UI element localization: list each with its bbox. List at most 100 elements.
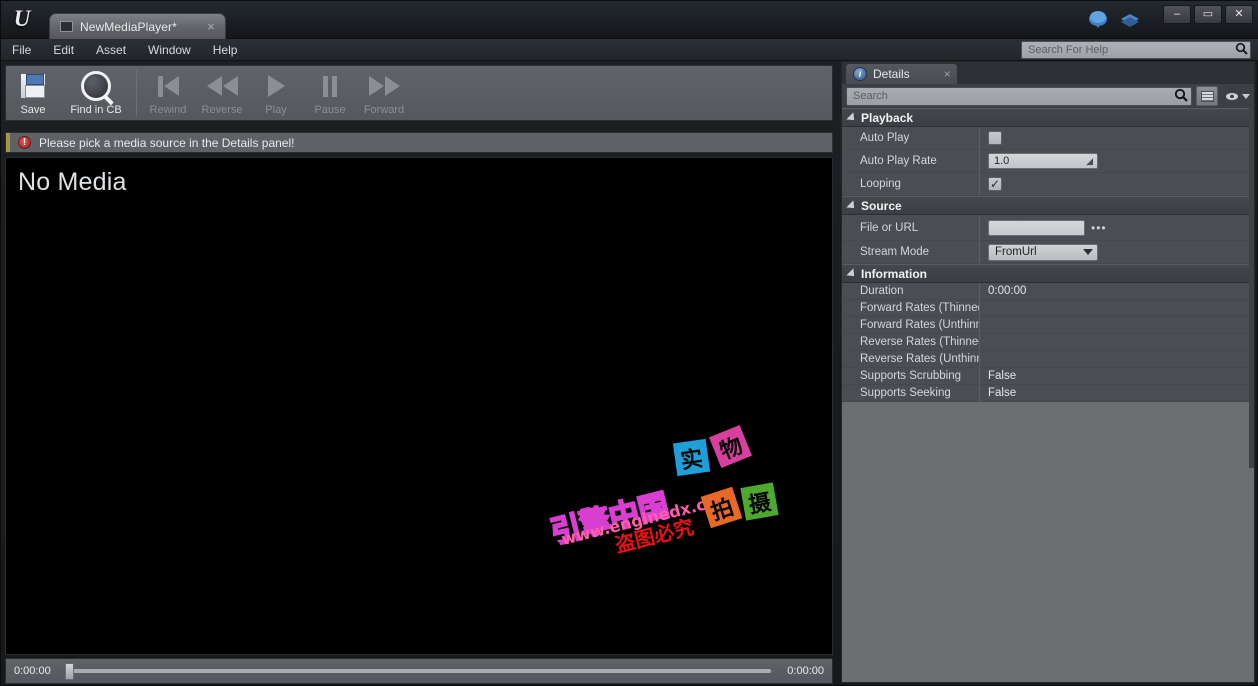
floppy-icon	[20, 70, 46, 102]
chevron-down-icon	[1242, 93, 1250, 99]
forward-button-label: Forward	[363, 104, 405, 116]
watermark-url: www.enginedx.com	[559, 488, 735, 549]
chevron-down-icon	[1083, 249, 1093, 255]
property-value: •••	[980, 219, 1254, 236]
property-label: Auto Play	[842, 126, 980, 150]
property-value: 1.0 ◢	[980, 153, 1254, 169]
menu-asset[interactable]: Asset	[85, 39, 137, 61]
menu-edit[interactable]: Edit	[42, 39, 85, 61]
layers-icon[interactable]	[1117, 6, 1143, 32]
help-search-box[interactable]: Search For Help	[1021, 41, 1251, 59]
file-or-url-input[interactable]	[988, 219, 1085, 236]
minimize-button[interactable]: –	[1163, 5, 1191, 24]
details-search-input[interactable]: Search	[847, 90, 1171, 102]
total-time-label: 0:00:00	[787, 665, 824, 677]
property-row-auto-play: Auto Play	[842, 126, 1254, 150]
save-button[interactable]: Save	[6, 66, 60, 120]
category-title: Source	[861, 198, 902, 213]
pause-icon	[323, 70, 337, 102]
grid-icon	[1200, 90, 1214, 102]
search-icon	[1232, 42, 1250, 58]
property-value: 0:00:00	[988, 285, 1027, 297]
grid-view-button[interactable]	[1196, 86, 1218, 106]
visibility-options-button[interactable]	[1222, 91, 1250, 101]
category-title: Information	[861, 266, 927, 281]
stream-mode-select[interactable]: FromUrl	[988, 243, 1098, 261]
asset-tab-newmediaplayer[interactable]: NewMediaPlayer* ×	[49, 13, 226, 39]
property-label: File or URL	[842, 214, 980, 241]
watermark-overlay: 引擎中国 www.enginedx.com 盗图必究 实 物 摄 拍	[6, 158, 832, 654]
scrub-track[interactable]	[66, 669, 772, 673]
rewind-icon	[157, 70, 179, 102]
looping-checkbox[interactable]: ✓	[988, 177, 1002, 191]
play-icon	[267, 70, 285, 102]
cloud-icon[interactable]	[1085, 6, 1111, 32]
asset-tab-strip: NewMediaPlayer* ×	[49, 13, 226, 39]
property-row-duration: Duration 0:00:00	[842, 282, 1254, 300]
current-time-label: 0:00:00	[14, 665, 51, 677]
play-button[interactable]: Play	[249, 66, 303, 120]
menu-file[interactable]: File	[1, 39, 42, 61]
help-search-input[interactable]: Search For Help	[1022, 44, 1232, 56]
save-button-label: Save	[20, 104, 46, 116]
watermark-brand: 引擎中国	[546, 487, 673, 552]
asset-tab-label: NewMediaPlayer*	[80, 19, 177, 34]
tab-details[interactable]: i Details ×	[845, 63, 958, 84]
close-icon[interactable]: ×	[203, 19, 219, 35]
watermark-tile-2: 物	[709, 425, 752, 468]
pause-button[interactable]: Pause	[303, 66, 357, 120]
property-label: Duration	[842, 282, 980, 300]
details-search-box[interactable]: Search	[846, 86, 1192, 106]
category-title: Playback	[861, 110, 914, 125]
property-label: Reverse Rates (Unthinn	[842, 350, 980, 368]
property-label: Supports Seeking	[842, 384, 980, 402]
no-media-placeholder: No Media	[18, 168, 127, 196]
property-row-file-or-url: File or URL •••	[842, 214, 1254, 241]
auto-play-checkbox[interactable]	[988, 131, 1002, 145]
eye-icon	[1225, 91, 1239, 101]
media-asset-icon	[60, 21, 73, 32]
browse-button[interactable]: •••	[1091, 221, 1107, 235]
media-player-toolbar: Save Find in CB Rewind Reverse Play Paus…	[5, 65, 833, 121]
property-list: Playback Auto Play Auto Play Rate 1.0 ◢ …	[842, 108, 1254, 402]
property-row-supports-scrubbing: Supports Scrubbing False	[842, 367, 1254, 385]
menu-help[interactable]: Help	[202, 39, 249, 61]
property-row-forward-rates-thinned: Forward Rates (Thinned	[842, 299, 1254, 317]
window-controls: – ▭ ✕	[1163, 5, 1253, 24]
media-viewport[interactable]: No Media 引擎中国 www.enginedx.com 盗图必究 实 物 …	[5, 157, 833, 655]
error-icon: !	[18, 136, 31, 149]
notification-accent	[6, 133, 10, 152]
property-value: FromUrl	[980, 243, 1254, 261]
forward-button[interactable]: Forward	[357, 66, 411, 120]
watermark-tile-1: 实	[672, 438, 711, 477]
property-row-forward-rates-unthinned: Forward Rates (Unthinn	[842, 316, 1254, 334]
watermark-tile-4: 拍	[700, 486, 743, 529]
magnifier-icon	[81, 70, 111, 102]
property-label: Stream Mode	[842, 240, 980, 264]
category-header-source[interactable]: Source	[842, 196, 1254, 215]
reverse-button[interactable]: Reverse	[195, 66, 249, 120]
category-header-information[interactable]: Information	[842, 264, 1254, 283]
stream-mode-value: FromUrl	[995, 246, 1037, 258]
property-row-stream-mode: Stream Mode FromUrl	[842, 240, 1254, 264]
auto-play-rate-input[interactable]: 1.0 ◢	[988, 153, 1098, 169]
property-label: Forward Rates (Thinned	[842, 299, 980, 317]
scrub-thumb[interactable]	[64, 662, 74, 680]
rewind-button-label: Rewind	[149, 104, 187, 116]
close-window-button[interactable]: ✕	[1225, 5, 1253, 24]
details-scrollbar[interactable]	[1249, 108, 1254, 468]
property-row-looping: Looping ✓	[842, 172, 1254, 196]
search-icon	[1171, 88, 1191, 105]
property-row-supports-seeking: Supports Seeking False	[842, 384, 1254, 402]
property-label: Supports Scrubbing	[842, 367, 980, 385]
close-icon[interactable]: ×	[944, 67, 951, 81]
rewind-button[interactable]: Rewind	[141, 66, 195, 120]
menu-window[interactable]: Window	[137, 39, 202, 61]
maximize-button[interactable]: ▭	[1194, 5, 1222, 24]
scrub-slider[interactable]	[59, 658, 780, 684]
spinner-arrows-icon[interactable]: ◢	[1086, 156, 1093, 167]
find-in-cb-button[interactable]: Find in CB	[60, 66, 132, 120]
menu-bar: File Edit Asset Window Help Search For H…	[1, 39, 1258, 61]
category-header-playback[interactable]: Playback	[842, 108, 1254, 127]
property-row-auto-play-rate: Auto Play Rate 1.0 ◢	[842, 149, 1254, 173]
